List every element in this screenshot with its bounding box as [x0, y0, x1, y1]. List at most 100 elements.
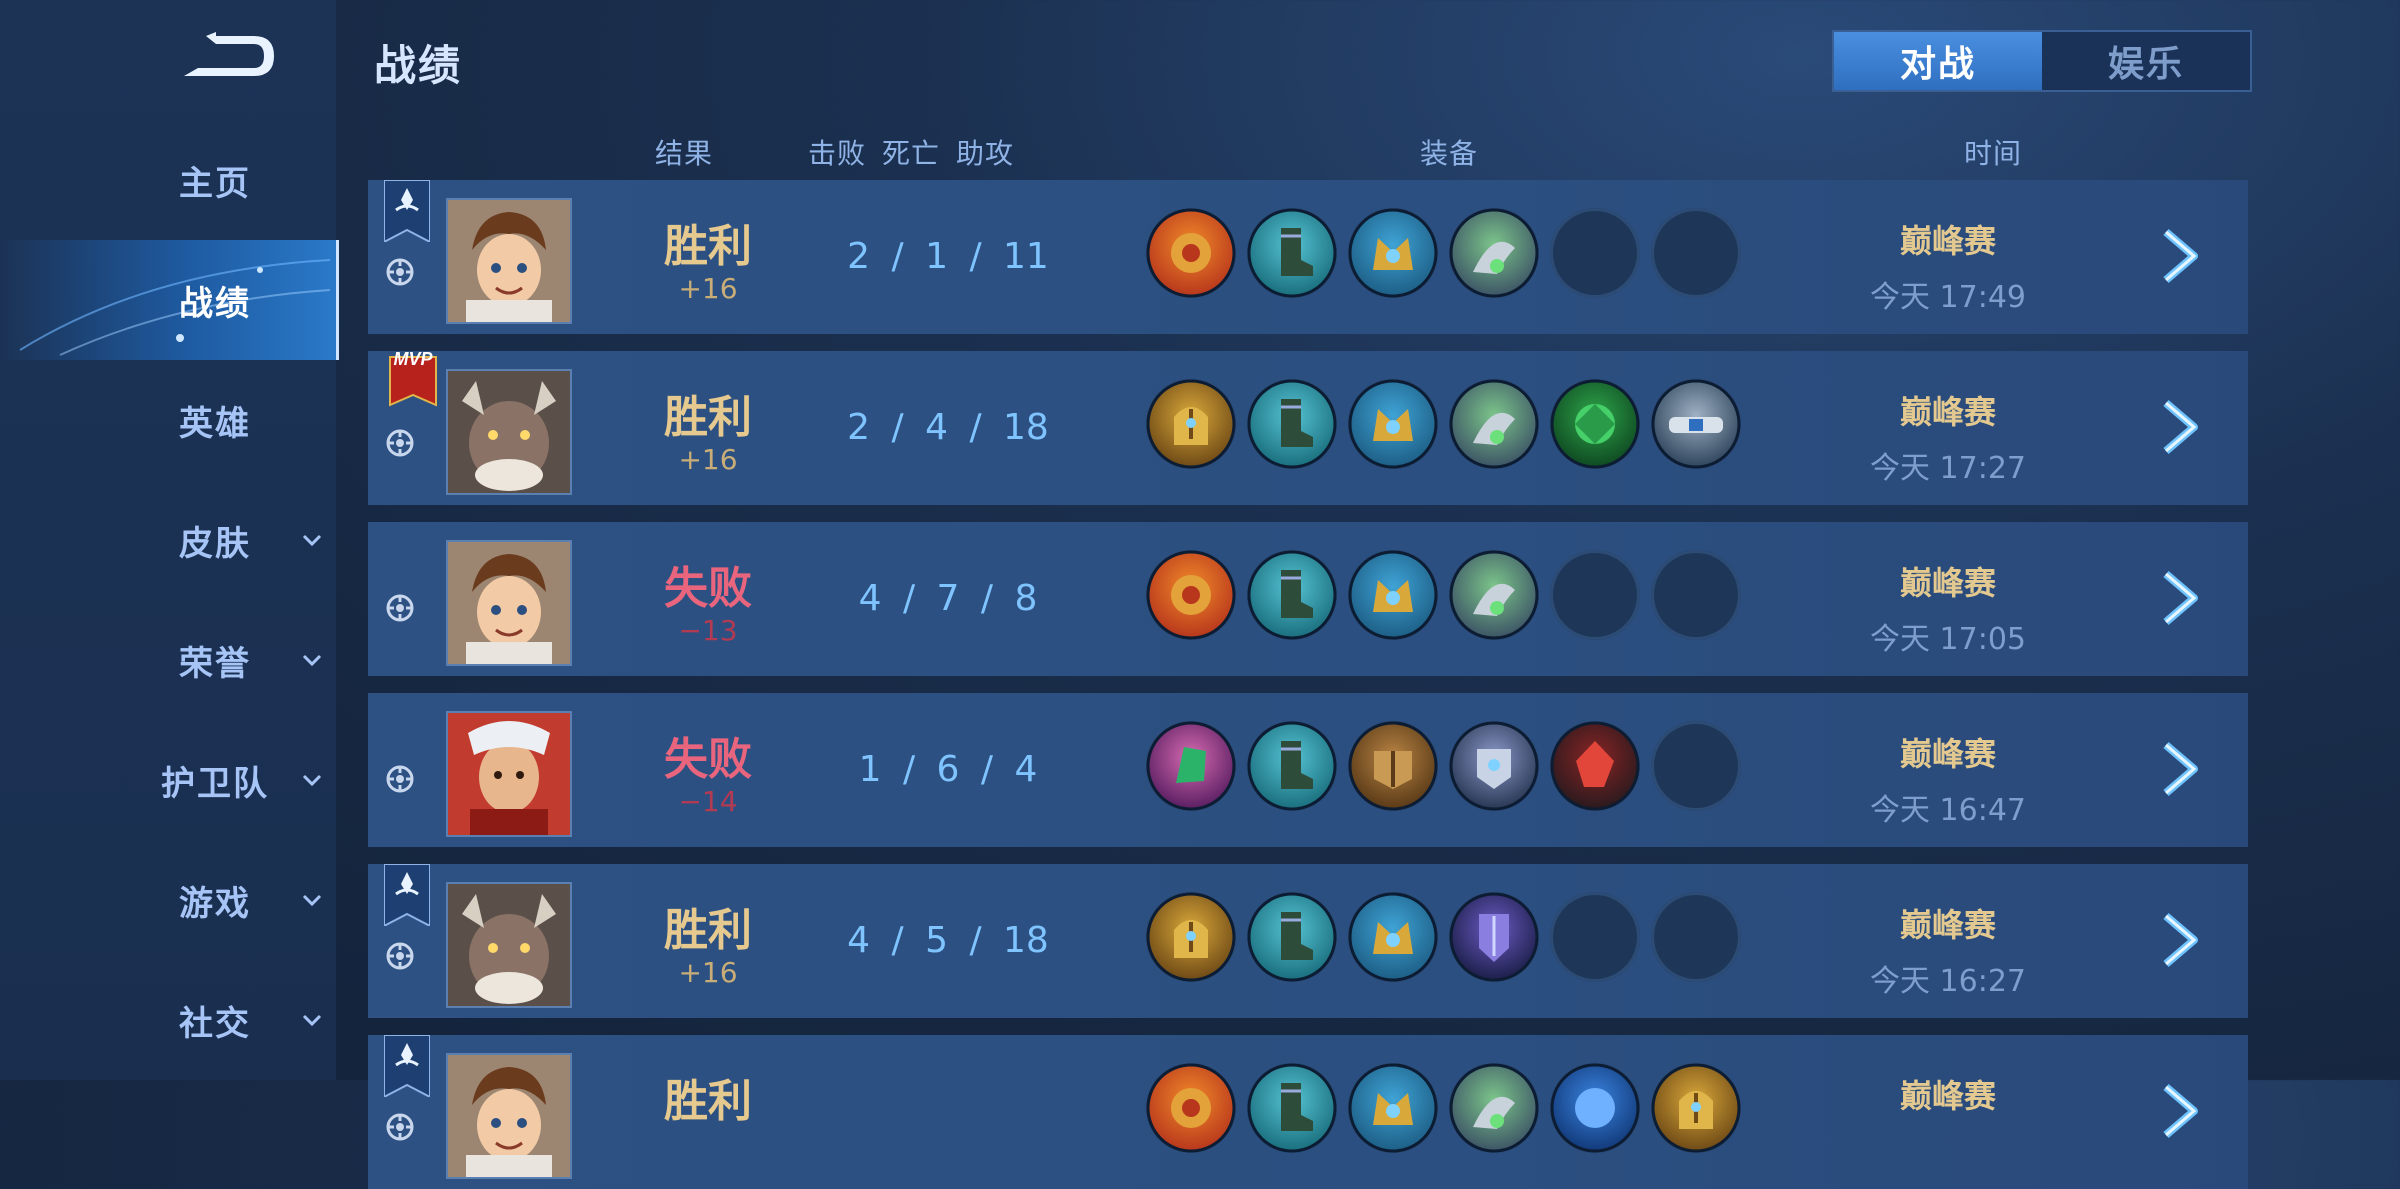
- match-info: 巅峰赛今天 17:27: [1828, 387, 2068, 487]
- column-header-assists: 助攻: [956, 137, 1015, 170]
- match-time: 今天 17:27: [1870, 451, 2026, 486]
- equipment-slot-gold-helm: [1146, 379, 1236, 469]
- equipment-slot-gold-crown-blue: [1348, 379, 1438, 469]
- table-row[interactable]: 失败 −13 4 / 7 / 8 巅峰赛 今天 17:05: [368, 522, 2248, 676]
- column-header-time: 时间: [1964, 137, 2023, 170]
- sidebar-item-social[interactable]: 社交: [0, 960, 336, 1080]
- hero-avatar: [446, 882, 572, 1008]
- table-row[interactable]: MVP 胜利 +16 2 / 4 / 18 巅峰赛 今天 17:27: [368, 349, 2248, 505]
- sidebar: 主页 战绩 英雄 皮肤 荣誉 护卫队 游戏 社交: [0, 0, 339, 1080]
- hero-avatar: [446, 1053, 572, 1179]
- kda-value: 2 / 1 / 11: [847, 236, 1049, 277]
- chevron-down-icon: [302, 894, 322, 907]
- equipment-slot-silver-armor: [1449, 721, 1539, 811]
- hero-avatar: [446, 369, 572, 495]
- kda-value: 1 / 6 / 4: [858, 749, 1038, 790]
- replay-icon[interactable]: [384, 1111, 416, 1143]
- equipment-slot-teal-boots: [1247, 721, 1337, 811]
- equipment-slot-brown-armor: [1348, 721, 1438, 811]
- equipment-slot-silver-green-claw: [1449, 208, 1539, 298]
- replay-icon[interactable]: [384, 940, 416, 972]
- table-row[interactable]: 失败 −14 1 / 6 / 4 巅峰赛 今天 16:47: [368, 693, 2248, 847]
- sidebar-item-heroes[interactable]: 英雄: [0, 360, 336, 480]
- rank-flag-icon: [383, 863, 431, 928]
- equipment-slot-gold-helm: [1651, 1063, 1741, 1153]
- chevron-right-icon[interactable]: [2160, 1081, 2204, 1141]
- rank-flag-icon: [383, 179, 431, 244]
- chevron-down-icon: [302, 534, 322, 547]
- equipment-slot-teal-boots: [1247, 208, 1337, 298]
- equipment-slot-empty: [1550, 550, 1640, 640]
- match-mode: 巅峰赛: [1899, 735, 1996, 773]
- equipment-list: [1146, 379, 1741, 469]
- mvp-badge-icon: MVP: [384, 343, 437, 407]
- equipment-slot-red-crystal: [1550, 721, 1640, 811]
- tab-battle[interactable]: 对战: [1834, 32, 2042, 90]
- sidebar-item-honor[interactable]: 荣誉: [0, 600, 336, 720]
- page-title: 战绩: [374, 41, 463, 90]
- chevron-right-icon[interactable]: [2160, 226, 2204, 286]
- match-mode: 巅峰赛: [1899, 222, 1996, 260]
- kda-value: 2 / 4 / 18: [847, 407, 1049, 448]
- replay-icon[interactable]: [384, 427, 416, 459]
- equipment-slot-purple-armor: [1449, 892, 1539, 982]
- table-row[interactable]: 胜利 +16 4 / 5 / 18 巅峰赛 今天 16:27: [368, 863, 2248, 1018]
- equipment-slot-empty: [1651, 208, 1741, 298]
- equipment-list: [1146, 208, 1741, 298]
- sidebar-item-label: 社交: [179, 1003, 251, 1044]
- match-time: 今天 17:49: [1870, 280, 2026, 315]
- sidebar-item-guard[interactable]: 护卫队: [0, 720, 336, 840]
- replay-icon[interactable]: [384, 592, 416, 624]
- equipment-list: [1146, 892, 1741, 982]
- table-row[interactable]: 胜利 +16 2 / 1 / 11 巅峰赛 今天 17:49: [368, 179, 2248, 334]
- equipment-slot-gold-crown-blue: [1348, 550, 1438, 640]
- mode-tabs: 对战 娱乐: [1832, 30, 2252, 92]
- equipment-slot-empty: [1651, 550, 1741, 640]
- match-info: 巅峰赛 今天 17:05: [1828, 558, 2068, 658]
- match-time: 今天 16:27: [1870, 964, 2026, 999]
- sidebar-item-label: 主页: [179, 163, 251, 204]
- replay-icon[interactable]: [384, 256, 416, 288]
- equipment-slot-teal-boots: [1247, 379, 1337, 469]
- column-header-equipment: 装备: [1420, 137, 1479, 170]
- equipment-slot-empty: [1651, 721, 1741, 811]
- match-mode: 巅峰赛: [1899, 393, 1996, 431]
- tab-entertainment[interactable]: 娱乐: [2042, 32, 2250, 90]
- match-mode: 巅峰赛: [1899, 1077, 1996, 1115]
- replay-icon[interactable]: [384, 763, 416, 795]
- equipment-slot-blue-orb: [1550, 1063, 1640, 1153]
- equipment-slot-silver-band: [1651, 379, 1741, 469]
- hero-avatar: [446, 540, 572, 666]
- sidebar-item-label: 游戏: [179, 883, 251, 924]
- equipment-slot-silver-green-claw: [1449, 1063, 1539, 1153]
- chevron-right-icon[interactable]: [2160, 739, 2204, 799]
- equipment-slot-gold-crown-blue: [1348, 208, 1438, 298]
- chevron-right-icon[interactable]: [2160, 397, 2204, 457]
- chevron-right-icon[interactable]: [2160, 568, 2204, 628]
- equipment-slot-green-gem: [1550, 379, 1640, 469]
- sidebar-item-home[interactable]: 主页: [0, 120, 336, 240]
- equipment-list: [1146, 1063, 1741, 1153]
- result-label: 胜利: [664, 1076, 752, 1127]
- equipment-list: [1146, 721, 1741, 811]
- table-row[interactable]: 胜利 巅峰赛: [368, 1034, 2248, 1189]
- chevron-right-icon[interactable]: [2160, 910, 2204, 970]
- match-info: 巅峰赛今天 16:27: [1828, 900, 2068, 1000]
- equipment-slot-empty: [1550, 208, 1640, 298]
- back-button[interactable]: [176, 28, 280, 84]
- chevron-down-icon: [302, 774, 322, 787]
- equipment-slot-fire-orb: [1146, 550, 1236, 640]
- match-info: 巅峰赛: [1828, 1071, 2068, 1127]
- match-mode: 巅峰赛: [1899, 906, 1996, 944]
- sidebar-item-game[interactable]: 游戏: [0, 840, 336, 960]
- equipment-slot-gold-helm: [1146, 892, 1236, 982]
- column-header-deaths: 死亡: [882, 137, 941, 170]
- equipment-slot-gold-crown-blue: [1348, 1063, 1438, 1153]
- equipment-slot-silver-green-claw: [1449, 550, 1539, 640]
- match-info: 巅峰赛今天 17:49: [1828, 216, 2068, 316]
- sidebar-item-skins[interactable]: 皮肤: [0, 480, 336, 600]
- sidebar-item-records[interactable]: 战绩: [0, 240, 339, 360]
- column-header-result: 结果: [655, 137, 714, 170]
- match-info: 巅峰赛 今天 16:47: [1828, 729, 2068, 829]
- equipment-slot-fire-orb: [1146, 1063, 1236, 1153]
